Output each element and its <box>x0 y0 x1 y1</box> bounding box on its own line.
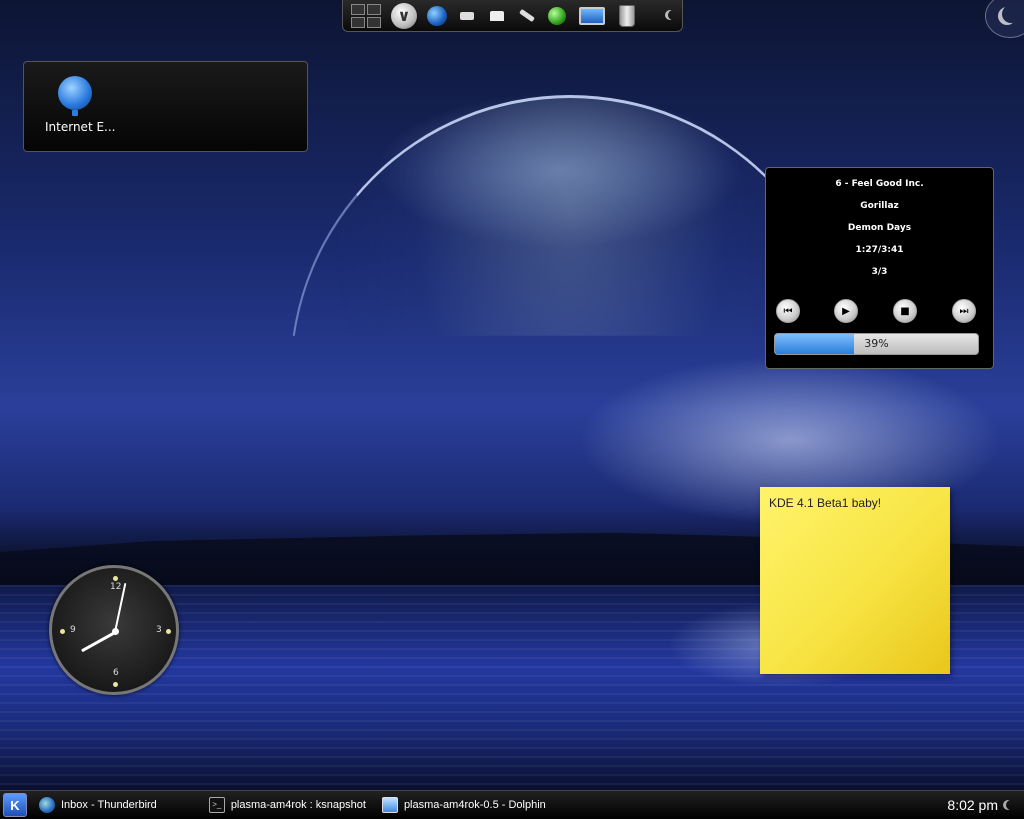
task-ksnapshot[interactable]: >_ plasma-am4rok : ksnapshot <box>205 791 370 819</box>
track-time: 1:27/3:41 <box>855 245 904 255</box>
clock-numeral-6: 6 <box>113 668 119 678</box>
internet-explorer-widget[interactable]: Internet E... <box>23 61 308 152</box>
internet-explorer-label: Internet E... <box>45 120 116 134</box>
clock-dot-12 <box>113 576 118 581</box>
previous-button[interactable]: ⏮ <box>776 299 800 323</box>
plug-icon[interactable] <box>517 6 537 26</box>
internet-explorer-icon <box>58 76 92 116</box>
task-thunderbird[interactable]: Inbox - Thunderbird <box>35 791 161 819</box>
sticky-note[interactable]: KDE 4.1 Beta1 baby! <box>760 487 950 674</box>
konqueror-icon[interactable] <box>427 5 447 26</box>
clock-center <box>112 628 119 635</box>
play-button[interactable]: ▶ <box>834 299 858 323</box>
trash-icon[interactable] <box>617 4 637 27</box>
thunderbird-icon <box>39 797 55 813</box>
task-label: plasma-am4rok : ksnapshot <box>230 799 366 811</box>
clock-numeral-12: 12 <box>110 582 122 592</box>
pager-icon[interactable] <box>351 3 381 28</box>
top-panel: ∨ <box>342 0 683 32</box>
next-icon: ⏭ <box>959 305 969 317</box>
moon-icon <box>668 10 678 20</box>
taskbar-clock[interactable]: 8:02 pm <box>947 797 998 813</box>
clock-numeral-9: 9 <box>70 625 76 635</box>
desktop-toolbox-cashew[interactable] <box>985 0 1024 38</box>
play-icon: ▶ <box>842 305 850 317</box>
track-artist: Gorillaz <box>860 201 899 211</box>
task-label: plasma-am4rok-0.5 - Dolphin <box>403 799 546 811</box>
analog-clock: 12 3 6 9 <box>49 565 179 695</box>
track-title: 6 - Feel Good Inc. <box>835 179 924 189</box>
terminal-icon: >_ <box>208 797 225 813</box>
dolphin-icon <box>381 797 398 813</box>
clock-dot-6 <box>113 682 118 687</box>
clock-hour-hand <box>81 631 116 653</box>
playlist-position: 3/3 <box>871 267 888 277</box>
device-notifier-icon[interactable]: ∨ <box>391 2 417 29</box>
drive-icon[interactable] <box>457 6 477 26</box>
green-status-icon[interactable] <box>547 6 567 26</box>
desktop-icon[interactable] <box>577 6 607 26</box>
cashew-icon <box>1002 5 1020 23</box>
previous-icon: ⏮ <box>783 305 793 317</box>
sticky-note-text: KDE 4.1 Beta1 baby! <box>769 496 882 510</box>
network-icon[interactable] <box>487 6 507 26</box>
track-progress-bar[interactable]: 39% <box>774 333 979 355</box>
media-player-widget: 6 - Feel Good Inc. Gorillaz Demon Days 1… <box>765 167 994 369</box>
task-dolphin[interactable]: plasma-am4rok-0.5 - Dolphin <box>378 791 550 819</box>
stop-button[interactable]: ■ <box>893 299 917 323</box>
kde-menu-icon[interactable]: K <box>3 793 27 817</box>
clock-numeral-3: 3 <box>156 625 162 635</box>
stop-icon: ■ <box>900 305 910 317</box>
track-progress-label: 39% <box>864 337 889 350</box>
moon-icon <box>1006 800 1016 810</box>
track-album: Demon Days <box>847 223 912 233</box>
clock-dot-9 <box>60 629 65 634</box>
next-button[interactable]: ⏭ <box>952 299 976 323</box>
taskbar: K Inbox - Thunderbird >_ plasma-am4rok :… <box>0 790 1024 819</box>
task-label: Inbox - Thunderbird <box>61 799 157 811</box>
clock-dot-3 <box>166 629 171 634</box>
